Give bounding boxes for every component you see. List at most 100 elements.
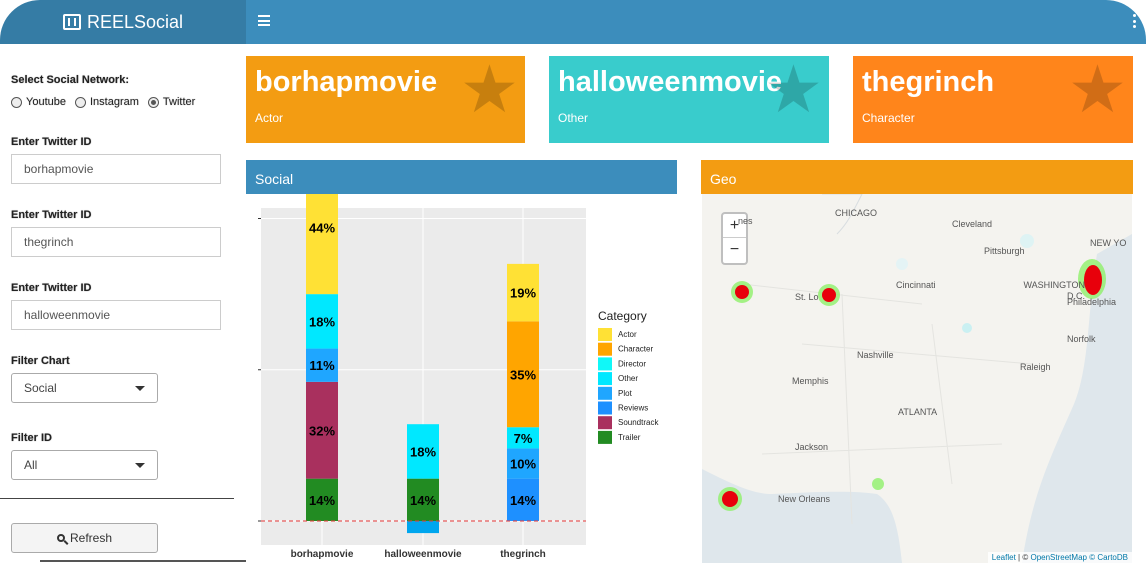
data-label: 19%: [510, 286, 536, 301]
data-label: 44%: [309, 221, 335, 236]
legend-key: [598, 342, 612, 356]
data-label: 35%: [510, 367, 536, 382]
legend-label: Soundtrack: [618, 418, 659, 427]
legend-label: Character: [618, 345, 653, 354]
twitter-id-input-3[interactable]: halloweenmovie: [11, 300, 221, 330]
legend-label: Trailer: [618, 433, 641, 442]
value-box-subtitle: Actor: [255, 111, 284, 125]
top-navbar: [246, 0, 1146, 44]
city-label: Cincinnati: [896, 280, 936, 290]
filter-id-value: All: [24, 458, 38, 472]
city-label: Jackson: [795, 442, 829, 452]
heat-spot-core: [735, 285, 749, 299]
legend-title: Category: [598, 309, 647, 323]
state-borders: [741, 283, 1033, 525]
map-attribution: Leaflet | © OpenStreetMap © CartoDB: [987, 552, 1132, 563]
city-label: Memphis: [792, 376, 829, 386]
value-box-borhapmovie: borhapmovie Actor ★: [246, 56, 525, 143]
sidebar-divider: [0, 498, 234, 499]
sidebar-toggle-hamburger-icon[interactable]: [258, 15, 270, 26]
osm-link[interactable]: OpenStreetMap: [1030, 553, 1086, 562]
filter-id-select[interactable]: All: [11, 450, 158, 480]
data-label: 14%: [510, 493, 536, 508]
data-label: 18%: [309, 314, 335, 329]
twitter-id-label-3: Enter Twitter ID: [11, 282, 92, 294]
radio-circle-checked[interactable]: [147, 96, 159, 108]
twitter-id-input-1[interactable]: borhapmovie: [11, 154, 221, 184]
data-label: 14%: [309, 493, 335, 508]
data-label: 7%: [514, 431, 533, 446]
legend-label: Other: [618, 374, 638, 383]
legend-label: Plot: [618, 389, 633, 398]
app-title: REELSocial: [86, 11, 184, 32]
city-label: Raleigh: [1020, 362, 1051, 372]
data-label: 10%: [510, 457, 536, 472]
social-stacked-bar-chart: 14% 32% 11% 18% 44% borhapmovie 14% 18% hallowee…: [258, 161, 659, 560]
leaflet-link[interactable]: Leaflet: [992, 553, 1016, 562]
radio-youtube[interactable]: Youtube: [11, 96, 66, 108]
social-panel-header: Social: [246, 163, 677, 194]
caret-down-icon: [135, 385, 145, 391]
data-label: 18%: [410, 444, 436, 459]
value-box-subtitle: Character: [862, 111, 915, 125]
filter-chart-label: Filter Chart: [11, 355, 70, 367]
radio-circle[interactable]: [11, 96, 22, 108]
city-label: nes: [738, 216, 753, 226]
network-label: Select Social Network:: [11, 74, 129, 86]
bar-segment-below-zero: [407, 521, 439, 534]
city-label: Philadelphia: [1067, 297, 1117, 307]
network-radio-group: Youtube Instagram Twitter: [11, 96, 204, 108]
radio-circle[interactable]: [74, 96, 86, 108]
heat-spot-faint: [896, 258, 908, 270]
city-label: NEW YO: [1090, 238, 1127, 248]
app-logo[interactable]: REELSocial: [0, 0, 246, 44]
more-options-icon[interactable]: [1133, 14, 1136, 28]
twitter-id-input-2[interactable]: thegrinch: [11, 227, 221, 257]
refresh-label: Refresh: [69, 531, 113, 545]
refresh-button[interactable]: Refresh: [11, 523, 158, 553]
radio-twitter[interactable]: Twitter: [147, 96, 195, 108]
legend-key: [598, 430, 612, 444]
city-label: Norfolk: [1067, 334, 1096, 344]
legend-key: [598, 401, 612, 415]
city-label: Pittsburgh: [984, 246, 1025, 256]
star-icon: ★: [763, 56, 823, 126]
heat-spot: [872, 478, 884, 490]
city-label: New Orleans: [778, 494, 831, 504]
value-box-subtitle: Other: [558, 111, 589, 125]
twitter-id-label-2: Enter Twitter ID: [11, 209, 92, 221]
legend-key: [598, 372, 612, 386]
filter-chart-select[interactable]: Social: [11, 373, 158, 403]
sidebar: Select Social Network: Youtube Instagram…: [0, 44, 305, 563]
attribution-separator: | ©: [1018, 553, 1029, 562]
gulf-water: [702, 469, 902, 563]
legend-key: [598, 386, 612, 400]
map-basemap: [702, 194, 1132, 563]
city-label: Nashville: [857, 350, 894, 360]
value-box-title: borhapmovie: [255, 66, 438, 98]
zoom-out-button[interactable]: −: [723, 238, 746, 262]
heat-spot-core: [722, 491, 738, 507]
value-box-halloweenmovie: halloweenmovie Other ★: [549, 56, 829, 143]
city-label: Cleveland: [952, 219, 993, 229]
geo-panel-header: Geo: [701, 163, 1133, 194]
radio-instagram[interactable]: Instagram: [74, 96, 139, 108]
geo-heatmap[interactable]: + − nes CHICAGO Cleveland NEW YO Pittsbu…: [702, 194, 1132, 563]
social-panel: Social 14% 32% 11% 18% 44% borhapmovie 14% 18% h…: [246, 160, 677, 563]
city-label: CHICAGO: [835, 208, 878, 218]
legend-label: Director: [618, 359, 646, 368]
value-box-title: halloweenmovie: [558, 66, 783, 98]
twitter-id-label-1: Enter Twitter ID: [11, 136, 92, 148]
carto-link[interactable]: © CartoDB: [1089, 553, 1128, 562]
data-label: 11%: [309, 358, 335, 373]
star-icon: ★: [459, 56, 519, 126]
filter-chart-value: Social: [24, 381, 57, 395]
x-tick-label: halloweenmovie: [384, 549, 462, 560]
legend-key: [598, 416, 612, 430]
data-label: 14%: [410, 493, 436, 508]
heat-spot-core: [822, 288, 836, 302]
star-icon: ★: [1067, 56, 1127, 126]
app-root: REELSocial Select Social Network: Youtub…: [0, 0, 1146, 563]
caret-down-icon: [135, 462, 145, 468]
heat-spot-faint: [962, 323, 972, 333]
